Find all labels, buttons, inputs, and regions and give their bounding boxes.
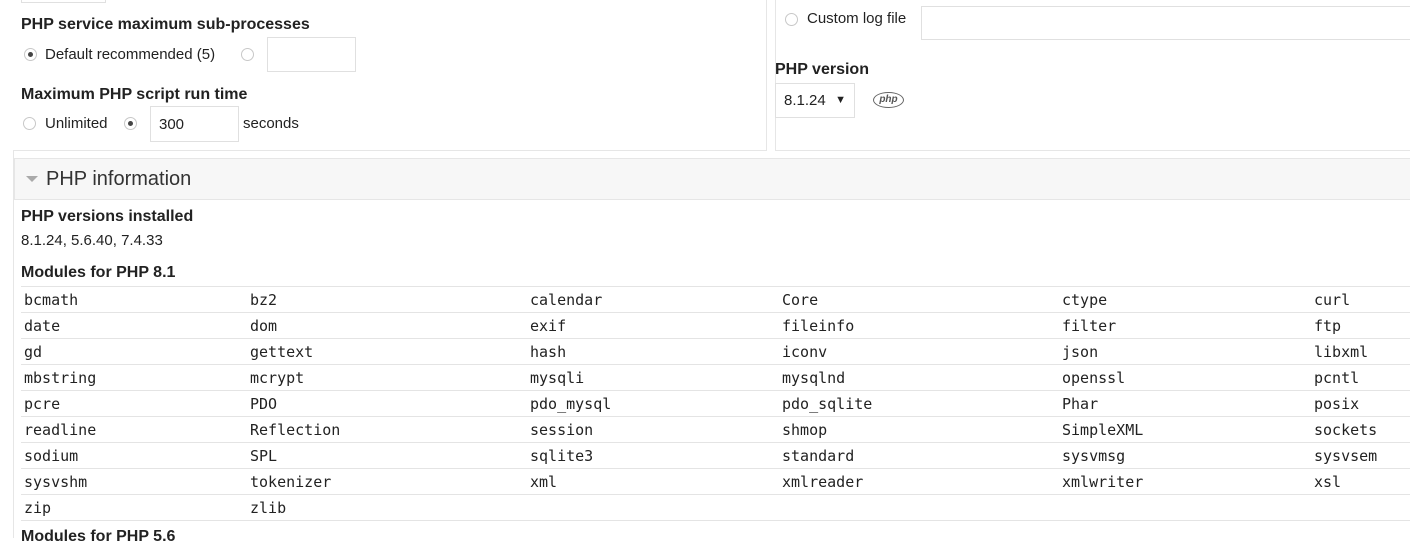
triangle-down-icon[interactable] [26,176,38,182]
table-row: bcmath bz2 calendar Core ctype curl [21,286,1410,313]
subprocesses-default-radio[interactable] [24,48,37,61]
module-cell: zlib [247,494,527,521]
php-version-select[interactable]: 8.1.24 ▼ [775,83,855,118]
module-cell: shmop [779,416,1059,443]
module-cell: openssl [1059,364,1311,391]
module-cell: gettext [247,338,527,365]
module-cell: standard [779,442,1059,469]
chevron-down-icon: ▼ [835,94,846,106]
module-cell: xmlreader [779,468,1059,495]
module-cell: sockets [1311,416,1410,443]
module-cell: posix [1311,390,1410,417]
module-cell: mbstring [21,364,247,391]
versions-installed-label: PHP versions installed [21,208,194,225]
runtime-unit: seconds [243,115,299,132]
table-row: pcre PDO pdo_mysql pdo_sqlite Phar posix [21,390,1410,417]
php-version-selected: 8.1.24 [784,92,826,109]
module-cell: hash [527,338,779,365]
subprocesses-custom-radio[interactable] [241,48,254,61]
module-cell: Reflection [247,416,527,443]
table-row: zip zlib [21,494,1410,521]
module-cell: sysvsem [1311,442,1410,469]
module-cell: date [21,312,247,339]
content-frame-edge [13,150,14,538]
module-cell: sysvshm [21,468,247,495]
module-cell: pcre [21,390,247,417]
module-cell: bz2 [247,286,527,313]
module-cell: gd [21,338,247,365]
modules-81-table: bcmath bz2 calendar Core ctype curl date dom exi… [21,286,1410,521]
runtime-label: Maximum PHP script run time [21,86,248,103]
modules-81-label: Modules for PHP 8.1 [21,264,176,281]
module-cell: session [527,416,779,443]
php-logo-icon: php [873,92,904,108]
module-cell: xmlwriter [1059,468,1311,495]
runtime-unlimited-label[interactable]: Unlimited [45,115,108,132]
module-cell: libxml [1311,338,1410,365]
module-cell [779,494,1059,521]
module-cell [1311,494,1410,521]
module-cell: fileinfo [779,312,1059,339]
module-cell: mysqli [527,364,779,391]
module-cell: ctype [1059,286,1311,313]
module-cell: xsl [1311,468,1410,495]
runtime-input[interactable] [150,106,239,142]
custom-log-input[interactable] [921,6,1410,40]
php-information-title: PHP information [46,168,192,190]
module-cell: curl [1311,286,1410,313]
module-cell: SPL [247,442,527,469]
runtime-unlimited-radio[interactable] [23,117,36,130]
module-cell: dom [247,312,527,339]
module-cell: SimpleXML [1059,416,1311,443]
table-row: mbstring mcrypt mysqli mysqlnd openssl pcntl [21,364,1410,391]
module-cell: readline [21,416,247,443]
module-cell: calendar [527,286,779,313]
subprocesses-label: PHP service maximum sub-processes [21,16,310,33]
module-cell: xml [527,468,779,495]
module-cell: ftp [1311,312,1410,339]
module-cell: pdo_sqlite [779,390,1059,417]
module-cell: iconv [779,338,1059,365]
table-row: readline Reflection session shmop SimpleXML s… [21,416,1410,443]
module-cell: tokenizer [247,468,527,495]
module-cell: mysqlnd [779,364,1059,391]
module-cell: sodium [21,442,247,469]
table-row: date dom exif fileinfo filter ftp [21,312,1410,339]
php-information-header[interactable]: PHP information [14,158,1410,200]
runtime-custom-radio[interactable] [124,117,137,130]
table-row: gd gettext hash iconv json libxml [21,338,1410,365]
module-cell: filter [1059,312,1311,339]
module-cell: mcrypt [247,364,527,391]
versions-installed-value: 8.1.24, 5.6.40, 7.4.33 [21,232,163,249]
module-cell [527,494,779,521]
module-cell: bcmath [21,286,247,313]
subprocesses-default-label[interactable]: Default recommended (5) [45,46,215,63]
module-cell: sqlite3 [527,442,779,469]
php-version-label: PHP version [775,61,869,78]
module-cell: PDO [247,390,527,417]
module-cell: sysvmsg [1059,442,1311,469]
module-cell: json [1059,338,1311,365]
module-cell: Core [779,286,1059,313]
module-cell: zip [21,494,247,521]
module-cell: exif [527,312,779,339]
modules-56-label: Modules for PHP 5.6 [21,528,176,545]
custom-log-radio[interactable] [785,13,798,26]
module-cell [1059,494,1311,521]
table-row: sodium SPL sqlite3 standard sysvmsg sysvsem [21,442,1410,469]
subprocesses-custom-input[interactable] [267,37,356,72]
module-cell: Phar [1059,390,1311,417]
module-cell: pcntl [1311,364,1410,391]
module-cell: pdo_mysql [527,390,779,417]
custom-log-label[interactable]: Custom log file [807,10,906,27]
table-row: sysvshm tokenizer xml xmlreader xmlwriter xsl [21,468,1410,495]
